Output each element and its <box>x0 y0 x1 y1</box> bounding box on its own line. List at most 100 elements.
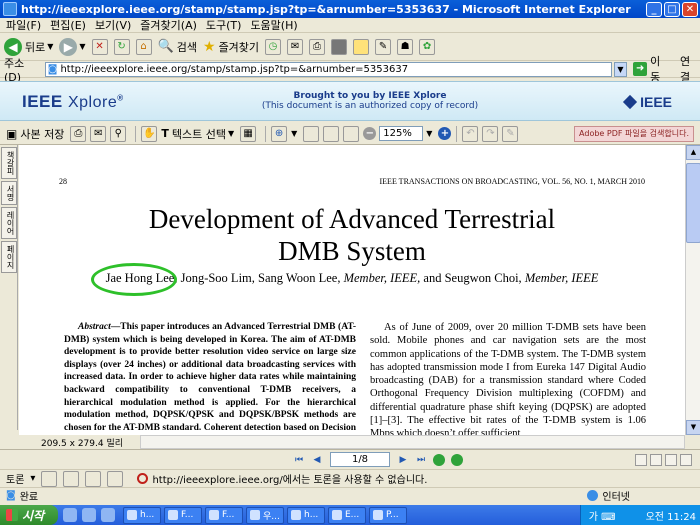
discuss-icon[interactable] <box>41 470 58 487</box>
first-page-button[interactable]: ⏮ <box>292 453 306 467</box>
toolbar-separator <box>456 125 458 142</box>
menu-tools[interactable]: 도구(T) <box>206 17 242 33</box>
quicklaunch-icon[interactable] <box>101 508 115 522</box>
layers-tab[interactable]: 레이어 <box>1 207 17 239</box>
taskbar-item[interactable]: E... <box>328 506 366 524</box>
mail-button[interactable]: ✉ <box>287 38 304 55</box>
taskbar-item[interactable]: P... <box>369 506 407 524</box>
zoom-out-button[interactable]: − <box>363 127 377 140</box>
start-button[interactable]: 시작 <box>0 505 58 525</box>
rotate-ccw-button[interactable]: ↶ <box>462 125 479 142</box>
taskbar-item[interactable]: h... <box>123 506 161 524</box>
ieee-logo[interactable]: IEEE <box>623 94 672 110</box>
select-text-button[interactable]: T 텍스트 선택 ▼ <box>161 126 234 142</box>
discuss-dropdown-icon[interactable]: ▾ <box>30 473 35 484</box>
maximize-button[interactable]: □ <box>664 1 680 17</box>
continuous-facing-layout-button[interactable] <box>680 453 692 466</box>
discuss-icon[interactable] <box>63 470 80 487</box>
taskbar-item[interactable]: F... <box>164 506 202 524</box>
menu-file[interactable]: 파일(F) <box>6 17 41 33</box>
previous-page-button[interactable]: ◀ <box>310 453 324 467</box>
menu-help[interactable]: 도움말(H) <box>250 17 297 33</box>
print-pdf-button[interactable]: ⎙ <box>70 125 87 142</box>
stop-button[interactable]: ✕ <box>91 38 108 55</box>
search-icon: 🔍 <box>157 39 174 54</box>
window-icon <box>250 510 260 520</box>
quicklaunch-icon[interactable] <box>82 508 96 522</box>
next-page-button[interactable]: ▶ <box>396 453 410 467</box>
snapshot-button[interactable]: ▦ <box>240 125 257 142</box>
vertical-scrollbar[interactable]: ▲ ▼ <box>685 145 700 435</box>
ime-indicator[interactable]: 가 ⌨ <box>589 508 616 523</box>
discuss-icon[interactable] <box>107 470 124 487</box>
taskbar-item[interactable]: h... <box>287 506 325 524</box>
history-button[interactable]: ◷ <box>265 38 282 55</box>
pages-tab[interactable]: 페이지 <box>1 241 17 273</box>
scroll-up-button[interactable]: ▲ <box>686 145 700 160</box>
menu-edit[interactable]: 편집(E) <box>50 17 86 33</box>
forward-button[interactable]: ▶ ▼ <box>59 37 86 56</box>
messenger-button[interactable]: ☗ <box>397 38 414 55</box>
rotate-cw-button[interactable]: ↷ <box>482 125 499 142</box>
page-size-label: 209.5 x 279.4 밀리 <box>41 438 123 449</box>
contacts-button[interactable]: ✿ <box>419 38 436 55</box>
abstract-label: Abstract <box>78 322 111 332</box>
find-button[interactable]: ⚲ <box>110 125 127 142</box>
close-button[interactable]: ✕ <box>682 1 698 17</box>
zoom-in-button[interactable]: + <box>438 127 452 140</box>
history-icon: ◷ <box>265 38 282 55</box>
menu-favorites[interactable]: 즐겨찾기(A) <box>140 17 197 33</box>
continuous-layout-button[interactable] <box>650 453 662 466</box>
bookmarks-tab[interactable]: 책갈피 <box>1 147 17 179</box>
search-button[interactable]: 🔍 검색 <box>158 39 197 55</box>
facing-layout-button[interactable] <box>665 453 677 466</box>
address-dropdown-button[interactable]: ▼ <box>613 61 628 77</box>
favorites-button[interactable]: ★ 즐겨찾기 <box>203 39 259 55</box>
back-button[interactable]: ◀ 뒤로 ▼ <box>4 37 53 56</box>
print-button[interactable]: ⎙ <box>309 38 326 55</box>
address-input[interactable]: ◙ http://ieeexplore.ieee.org/stamp/stamp… <box>44 61 612 77</box>
edit-button[interactable] <box>331 38 348 55</box>
page-done-icon: ◙ <box>6 490 16 501</box>
email-pdf-button[interactable]: ✉ <box>90 125 107 142</box>
actual-size-button[interactable] <box>303 125 320 142</box>
page-number-field[interactable]: 1/8 <box>330 452 390 467</box>
sign-button[interactable]: ✎ <box>502 125 519 142</box>
last-page-button[interactable]: ⏭ <box>414 453 428 467</box>
discuss-icon[interactable] <box>85 470 102 487</box>
refresh-button[interactable]: ↻ <box>113 38 130 55</box>
window-title: http://ieeexplore.ieee.org/stamp/stamp.j… <box>21 2 631 16</box>
pdf-document-view[interactable]: 28 IEEE TRANSACTIONS ON BROADCASTING, VO… <box>19 145 685 435</box>
fit-width-button[interactable] <box>343 125 360 142</box>
fit-page-button[interactable] <box>323 125 340 142</box>
research-button[interactable]: ✎ <box>375 38 392 55</box>
browser-toolbar: ◀ 뒤로 ▼ ▶ ▼ ✕ ↻ ⌂ 🔍 검색 ★ 즐겨찾기 ◷ ✉ ⎙ ✎ ☗ ✿ <box>0 33 700 61</box>
ie-app-icon <box>3 2 17 16</box>
discuss-label[interactable]: 토론 <box>6 471 24 486</box>
menu-view[interactable]: 보기(V) <box>95 17 131 33</box>
taskbar-item[interactable]: 우... <box>246 506 284 524</box>
single-page-layout-button[interactable] <box>635 453 647 466</box>
toolbar-separator <box>265 125 267 142</box>
adobe-pdf-search-button[interactable]: Adobe PDF 파일을 검색합니다. <box>574 126 694 142</box>
previous-view-button[interactable] <box>433 453 445 466</box>
discuss-button[interactable] <box>353 38 370 55</box>
home-button[interactable]: ⌂ <box>135 38 152 55</box>
ieee-xplore-logo[interactable]: IEEE Xplore® <box>22 92 124 112</box>
scroll-down-button[interactable]: ▼ <box>686 420 700 435</box>
dropdown-arrow-icon[interactable]: ▼ <box>291 129 297 138</box>
scroll-thumb[interactable] <box>686 163 700 243</box>
next-view-button[interactable] <box>451 453 463 466</box>
horizontal-scrollbar[interactable] <box>140 435 685 449</box>
taskbar-item[interactable]: F... <box>205 506 243 524</box>
save-copy-button[interactable]: ▣ 사본 저장 <box>6 126 64 142</box>
dropdown-arrow-icon[interactable]: ▼ <box>426 129 432 138</box>
zoom-level-field[interactable]: 125% <box>379 126 424 141</box>
zoom-in-icon[interactable]: ⊕ <box>271 125 288 142</box>
minimize-button[interactable]: _ <box>646 1 662 17</box>
hand-tool-button[interactable]: ✋ <box>141 125 158 142</box>
quicklaunch-icon[interactable] <box>63 508 77 522</box>
signatures-tab[interactable]: 서명 <box>1 181 17 205</box>
clock[interactable]: 오전 11:24 <box>646 508 696 523</box>
stop-icon: ✕ <box>91 38 108 55</box>
